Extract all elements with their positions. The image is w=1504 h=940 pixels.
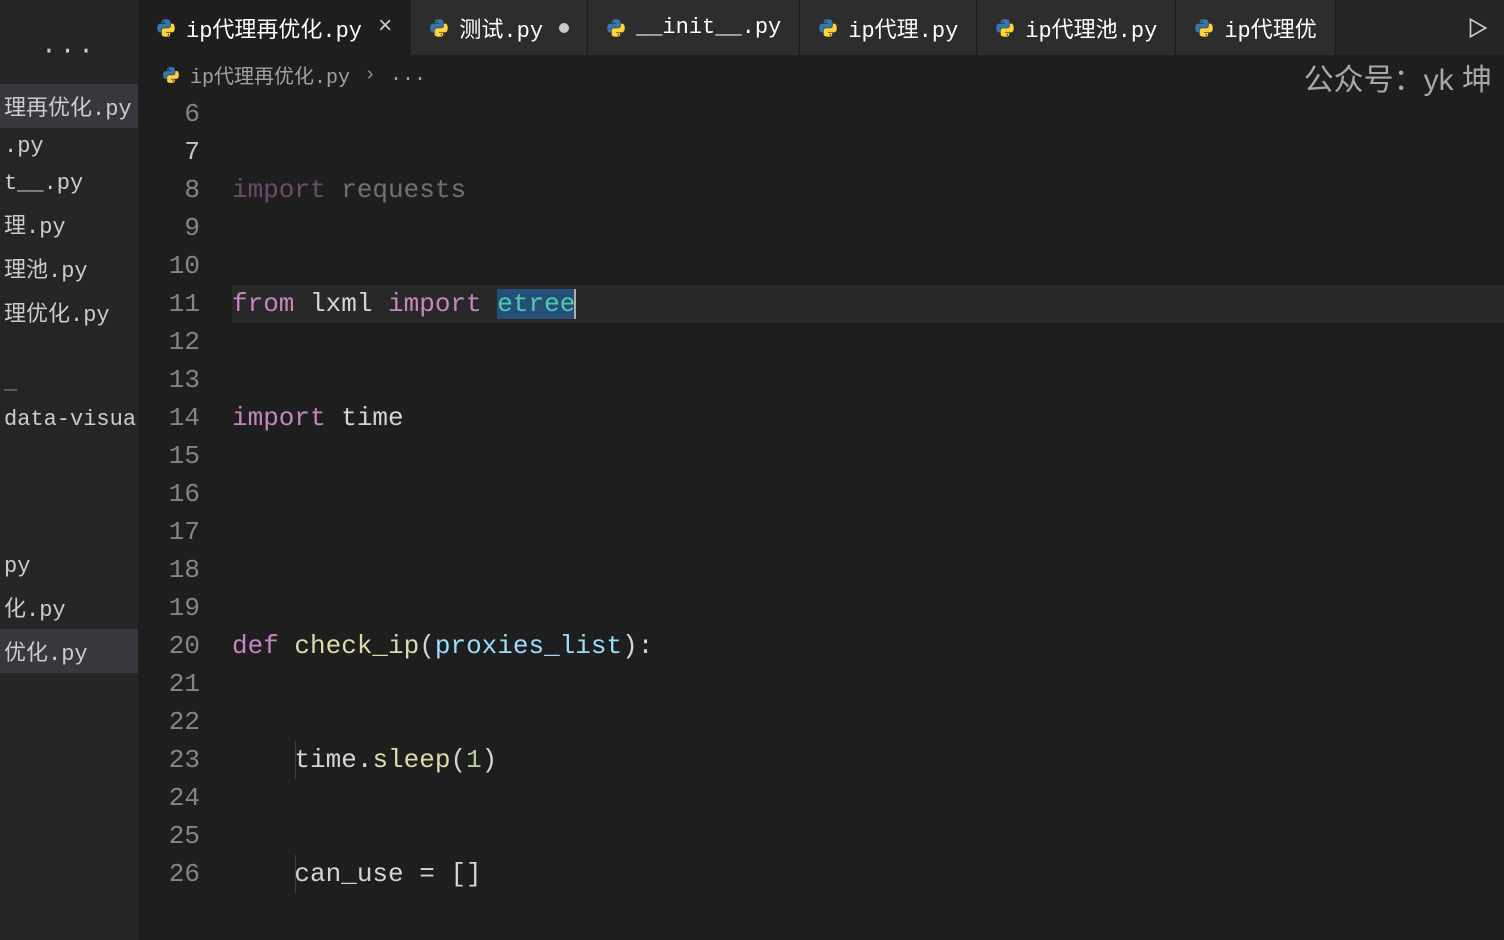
tab-label: ip代理.py: [848, 12, 958, 44]
sidebar-item[interactable]: 理再优化.py: [0, 84, 138, 128]
more-icon[interactable]: ···: [0, 30, 138, 84]
tab-label: ip代理优: [1224, 12, 1316, 44]
tab[interactable]: 测试.py: [411, 0, 588, 55]
sidebar-item[interactable]: t__.py: [0, 165, 138, 202]
sidebar-item[interactable]: 优化.py: [0, 629, 138, 673]
sidebar-item[interactable]: _: [0, 364, 138, 401]
main-editor: ip代理再优化.py × 测试.py __init__.py ip代理.py i…: [138, 0, 1504, 940]
sidebar-item[interactable]: 理.py: [0, 202, 138, 246]
python-icon: [606, 18, 626, 38]
tab-label: ip代理池.py: [1025, 12, 1157, 44]
tab[interactable]: __init__.py: [588, 0, 800, 55]
breadcrumb-more: ...: [390, 64, 426, 87]
breadcrumb-file: ip代理再优化.py: [190, 60, 350, 90]
tab[interactable]: ip代理.py: [800, 0, 977, 55]
sidebar-item[interactable]: 化.py: [0, 585, 138, 629]
chevron-right-icon: ›: [364, 64, 376, 87]
tab[interactable]: ip代理池.py: [977, 0, 1176, 55]
explorer-sidebar: ··· 理再优化.py .py t__.py 理.py 理池.py 理优化.py…: [0, 0, 138, 940]
tab-label: ip代理再优化.py: [186, 12, 362, 44]
python-icon: [162, 66, 180, 84]
python-icon: [818, 18, 838, 38]
python-icon: [429, 18, 449, 38]
tab-label: __init__.py: [636, 15, 781, 40]
sidebar-item[interactable]: 理池.py: [0, 246, 138, 290]
sidebar-item[interactable]: 理优化.py: [0, 290, 138, 334]
sidebar-item[interactable]: .py: [0, 128, 138, 165]
sidebar-item[interactable]: data-visuali...: [0, 401, 138, 438]
breadcrumb[interactable]: ip代理再优化.py › ... 公众号：yk 坤: [138, 55, 1504, 95]
tab[interactable]: ip代理优: [1176, 0, 1335, 55]
tab-active[interactable]: ip代理再优化.py ×: [138, 0, 411, 55]
close-icon[interactable]: ×: [378, 14, 392, 41]
modified-dot-icon: [559, 23, 569, 33]
code-editor[interactable]: 67891011121314151617181920212223242526 i…: [138, 95, 1504, 940]
tab-label: 测试.py: [459, 12, 543, 44]
sidebar-item[interactable]: py: [0, 548, 138, 585]
run-button[interactable]: [1450, 0, 1504, 55]
python-icon: [1194, 18, 1214, 38]
text-cursor: [574, 289, 576, 319]
python-icon: [995, 18, 1015, 38]
python-icon: [156, 18, 176, 38]
code-content[interactable]: import requests from lxml import etree i…: [232, 95, 1504, 940]
line-gutter: 67891011121314151617181920212223242526: [138, 95, 232, 940]
watermark-text: 公众号：yk 坤: [1304, 55, 1492, 99]
tab-bar: ip代理再优化.py × 测试.py __init__.py ip代理.py i…: [138, 0, 1504, 55]
